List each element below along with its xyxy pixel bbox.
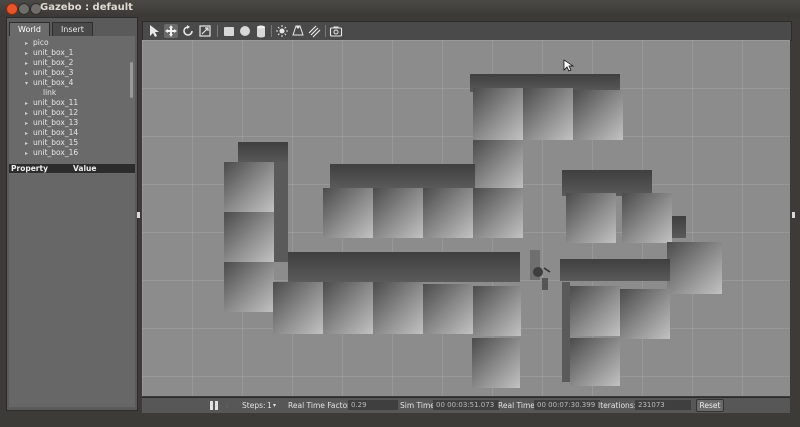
reset-button[interactable]: Reset bbox=[696, 399, 724, 412]
toolbar-separator bbox=[217, 25, 218, 37]
tree-scrollbar[interactable] bbox=[130, 62, 133, 98]
toolbar-separator bbox=[325, 25, 326, 37]
tree-item-unit-box-2[interactable]: ▸ unit_box_2 bbox=[25, 58, 73, 68]
main-toolbar bbox=[142, 21, 792, 41]
expand-arrow-icon[interactable]: ▸ bbox=[25, 149, 33, 159]
real-time-value: 00 00:07:30.399 bbox=[534, 400, 600, 410]
toolbar-separator bbox=[271, 25, 272, 37]
right-splitter-handle[interactable] bbox=[792, 212, 795, 218]
tree-item-label: link bbox=[43, 88, 57, 97]
select-arrow-icon[interactable] bbox=[147, 24, 161, 38]
tree-item-label: unit_box_12 bbox=[33, 108, 79, 117]
tree-item-label: pico bbox=[33, 38, 49, 47]
mouse-cursor-icon bbox=[563, 59, 575, 72]
tree-item-unit-box-15[interactable]: ▸ unit_box_15 bbox=[25, 138, 78, 148]
collapse-arrow-icon[interactable]: ▾ bbox=[25, 79, 33, 89]
tab-world[interactable]: World bbox=[9, 22, 50, 36]
left-panel-tabs: World Insert bbox=[9, 22, 95, 36]
step-icon[interactable]: ⫶ bbox=[226, 398, 228, 413]
tree-item-pico[interactable]: ▸ pico bbox=[25, 38, 49, 48]
rotate-icon[interactable] bbox=[181, 24, 195, 38]
spot-light-icon[interactable] bbox=[291, 24, 305, 38]
world-tree: ▸ pico ▸ unit_box_1 ▸ unit_box_2 ▸ unit_box_… bbox=[9, 36, 135, 178]
box-icon[interactable] bbox=[222, 24, 236, 38]
properties-table bbox=[9, 174, 135, 407]
left-splitter-handle[interactable] bbox=[137, 212, 140, 218]
tab-insert[interactable]: Insert bbox=[51, 22, 93, 36]
close-window-button[interactable] bbox=[6, 3, 18, 15]
property-column-header: Property bbox=[11, 164, 48, 173]
cylinder-icon[interactable] bbox=[254, 24, 268, 38]
tree-item-label: unit_box_3 bbox=[33, 68, 74, 77]
minimize-window-button[interactable] bbox=[18, 3, 30, 15]
pause-button[interactable] bbox=[210, 401, 220, 410]
pico-robot[interactable] bbox=[530, 250, 551, 290]
screenshot-icon[interactable] bbox=[329, 24, 343, 38]
window-title: Gazebo : default bbox=[40, 2, 133, 13]
tree-item-label: unit_box_15 bbox=[33, 138, 79, 147]
translate-icon[interactable] bbox=[164, 24, 178, 38]
tree-item-label: unit_box_1 bbox=[33, 48, 74, 57]
value-column-header: Value bbox=[73, 164, 97, 173]
tree-item-unit-box-16[interactable]: ▸ unit_box_16 bbox=[25, 148, 78, 158]
tree-item-label: unit_box_11 bbox=[33, 98, 79, 107]
rtf-label: Real Time Factor: bbox=[288, 401, 353, 410]
steps-value[interactable]: 1 bbox=[267, 398, 272, 413]
window-titlebar: Gazebo : default bbox=[0, 0, 800, 17]
tree-item-unit-box-12[interactable]: ▸ unit_box_12 bbox=[25, 108, 78, 118]
pause-icon bbox=[215, 401, 218, 410]
wall-right-lower bbox=[560, 259, 670, 386]
steps-label: Steps: bbox=[242, 401, 266, 410]
tree-item-label: unit_box_2 bbox=[33, 58, 74, 67]
point-light-icon[interactable] bbox=[275, 24, 289, 38]
tree-item-label: unit_box_14 bbox=[33, 128, 79, 137]
sim-time-label: Sim Time: bbox=[400, 401, 438, 410]
pause-icon bbox=[210, 401, 213, 410]
steps-dropdown-icon[interactable]: ▾ bbox=[273, 398, 276, 413]
scale-icon[interactable] bbox=[198, 24, 212, 38]
tree-item-unit-box-14[interactable]: ▸ unit_box_14 bbox=[25, 128, 78, 138]
directional-light-icon[interactable] bbox=[307, 24, 321, 38]
tree-item-unit-box-3[interactable]: ▸ unit_box_3 bbox=[25, 68, 73, 78]
tree-item-unit-box-13[interactable]: ▸ unit_box_13 bbox=[25, 118, 78, 128]
left-panel: World Insert ▸ pico ▸ unit_box_1 ▸ unit_box… bbox=[6, 17, 138, 411]
3d-viewport[interactable] bbox=[142, 40, 790, 396]
rtf-value: 0.29 bbox=[348, 400, 398, 410]
wall-bottom-row bbox=[273, 252, 521, 388]
tree-item-unit-box-1[interactable]: ▸ unit_box_1 bbox=[25, 48, 73, 58]
simulation-status-bar: ⫶ Steps: 1 ▾ Real Time Factor: 0.29 Sim … bbox=[142, 397, 790, 413]
tree-item-link[interactable]: link bbox=[43, 88, 56, 98]
properties-header: Property Value bbox=[9, 164, 135, 173]
tree-item-label: unit_box_4 bbox=[33, 78, 74, 87]
sim-time-value: 00 00:03:51.073 bbox=[433, 400, 499, 410]
tree-item-label: unit_box_16 bbox=[33, 148, 79, 157]
tree-item-label: unit_box_13 bbox=[33, 118, 79, 127]
real-time-label: Real Time: bbox=[498, 401, 538, 410]
tree-item-unit-box-11[interactable]: ▸ unit_box_11 bbox=[25, 98, 78, 108]
iterations-value: 231073 bbox=[635, 400, 691, 410]
sphere-icon[interactable] bbox=[238, 24, 252, 38]
tree-item-unit-box-4[interactable]: ▾ unit_box_4 bbox=[25, 78, 73, 88]
maze-scene bbox=[224, 59, 722, 388]
iterations-label: Iterations: bbox=[598, 401, 637, 410]
